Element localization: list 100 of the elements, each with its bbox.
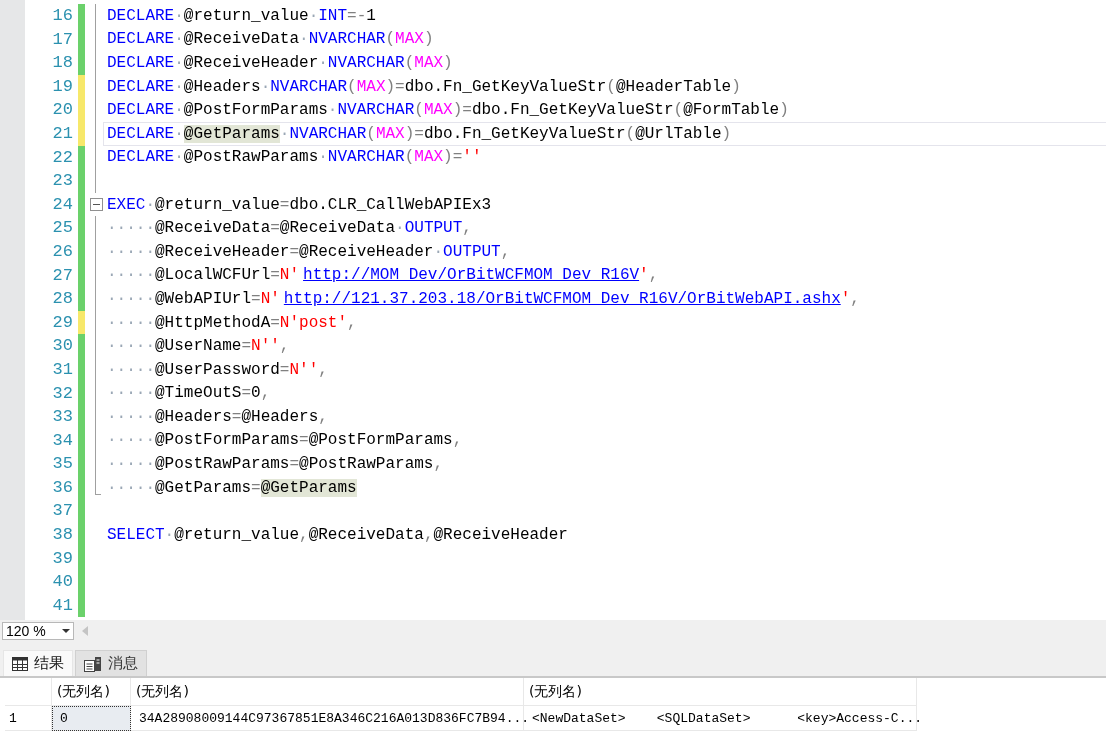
zoom-dropdown[interactable]: 120 % (2, 622, 74, 640)
sql-operator: , (433, 455, 444, 474)
sql-keyword: DECLARE (107, 77, 175, 96)
code-text: 0 (251, 384, 261, 403)
collapse-icon[interactable] (89, 198, 103, 212)
whitespace-marker: ····· (107, 219, 155, 238)
code-editor[interactable] (0, 0, 1106, 620)
sql-operator: =- (347, 6, 367, 25)
code-text: @PostFormParams (308, 431, 453, 450)
sql-operator: , (299, 525, 309, 544)
whitespace-marker: · (174, 148, 184, 167)
line-number: 33 (51, 406, 74, 429)
whitespace-marker: · (174, 54, 184, 72)
line-number: 31 (51, 358, 74, 381)
whitespace-marker: ····· (107, 407, 155, 426)
sql-keyword: NVARCHAR (308, 30, 386, 49)
code-text: @ReceiveData (279, 219, 396, 238)
string-literal: N' (279, 266, 300, 285)
sql-operator: ( (606, 77, 616, 96)
whitespace-marker: · (327, 101, 338, 120)
line-number: 16 (51, 5, 74, 27)
whitespace-marker: · (164, 525, 175, 544)
whitespace-marker: · (433, 242, 444, 261)
line-number: 32 (51, 382, 74, 405)
code-text: @PostRawParams (183, 148, 319, 167)
column-header[interactable]: (无列名) (524, 678, 917, 706)
code-text: @return_value (183, 6, 309, 25)
sql-keyword: OUTPUT (443, 242, 501, 261)
line-number: 28 (51, 288, 74, 311)
sql-operator: )= (452, 101, 472, 120)
sql-operator: = (289, 242, 300, 261)
code-text: @LocalWCFUrl (155, 266, 271, 285)
sql-operator: ( (414, 101, 424, 120)
line-number: 41 (51, 594, 74, 617)
table-cell: 34A28908009144C97367851E8A346C216A013D836FC7B94... (131, 706, 524, 731)
sql-operator: ( (404, 54, 415, 72)
whitespace-marker: · (395, 219, 405, 238)
url-link[interactable]: http://121.37.203.18/OrBitWCFMOM_Dev_R16V/OrBitWebAPI.ashx (283, 289, 841, 308)
code-text: @Headers (241, 407, 319, 426)
string-literal: N'' (289, 360, 319, 379)
sql-operator: = (299, 431, 309, 450)
line-number: 25 (51, 217, 74, 240)
line-number: 36 (51, 476, 74, 499)
code-text: @UrlTable (635, 124, 722, 143)
line-number: 30 (51, 335, 74, 358)
sql-operator: = (279, 195, 290, 214)
sql-keyword: NVARCHAR (270, 77, 348, 96)
line-number: 26 (51, 240, 74, 263)
url-link[interactable]: http://MOM_Dev/OrBitWCFMOM_Dev_R16V (303, 266, 640, 285)
sql-operator: , (452, 431, 463, 450)
whitespace-marker: ····· (107, 242, 155, 261)
code-text: dbo.CLR_CallWebAPIEx3 (289, 195, 492, 214)
sql-operator: ) (779, 101, 789, 120)
whitespace-marker: · (260, 77, 271, 96)
code-text: @ReceiveHeader (155, 242, 290, 261)
whitespace-marker: · (279, 124, 290, 143)
line-number: 22 (51, 146, 74, 169)
result-tab[interactable]: 结果 (3, 650, 73, 676)
code-text: @UserName (155, 337, 242, 356)
sql-keyword: OUTPUT (404, 219, 463, 238)
highlighted-identifier: @GetParams (260, 478, 357, 497)
whitespace-marker: · (318, 148, 328, 167)
string-literal: ' (840, 289, 851, 308)
code-text: @PostRawParams (155, 455, 290, 474)
sql-operator: , (279, 337, 290, 356)
code-text: @PostFormParams (183, 101, 328, 120)
sql-operator: , (850, 289, 860, 308)
code-text: dbo.Fn_GetKeyValueStr (423, 124, 626, 143)
sql-function: MAX (423, 101, 453, 120)
code-text: @Headers (155, 407, 232, 426)
string-literal: '' (462, 148, 482, 167)
code-text: @GetParams (155, 478, 252, 497)
grid-icon (12, 656, 28, 671)
code-text: @ReceiveHeader (183, 54, 319, 72)
sql-keyword: DECLARE (107, 101, 175, 120)
code-text: @ReceiveData (155, 219, 271, 238)
line-number: 19 (51, 75, 74, 98)
line-number: 40 (51, 571, 74, 594)
sql-keyword: EXEC (107, 195, 146, 214)
sql-operator: )= (404, 124, 424, 143)
whitespace-marker: ····· (107, 313, 155, 332)
code-text: @HeaderTable (615, 77, 732, 96)
whitespace-marker: · (145, 195, 155, 214)
whitespace-marker: ····· (107, 289, 155, 308)
whitespace-marker: · (174, 30, 184, 49)
line-number: 27 (51, 264, 74, 287)
sql-operator: = (270, 266, 280, 285)
result-tab[interactable]: 消息 (75, 650, 147, 676)
code-text: @PostRawParams (299, 455, 434, 474)
sql-keyword: SELECT (107, 525, 165, 544)
sql-operator: ( (673, 101, 684, 120)
sql-operator: , (318, 407, 328, 426)
line-number: 29 (51, 311, 74, 334)
column-header[interactable]: (无列名) (131, 678, 524, 706)
code-text: @return_value (155, 195, 280, 214)
line-number: 20 (51, 99, 74, 122)
line-number: 39 (51, 547, 74, 570)
whitespace-marker: ····· (107, 478, 155, 497)
sql-operator: = (241, 384, 252, 403)
sql-operator: ( (366, 124, 376, 143)
